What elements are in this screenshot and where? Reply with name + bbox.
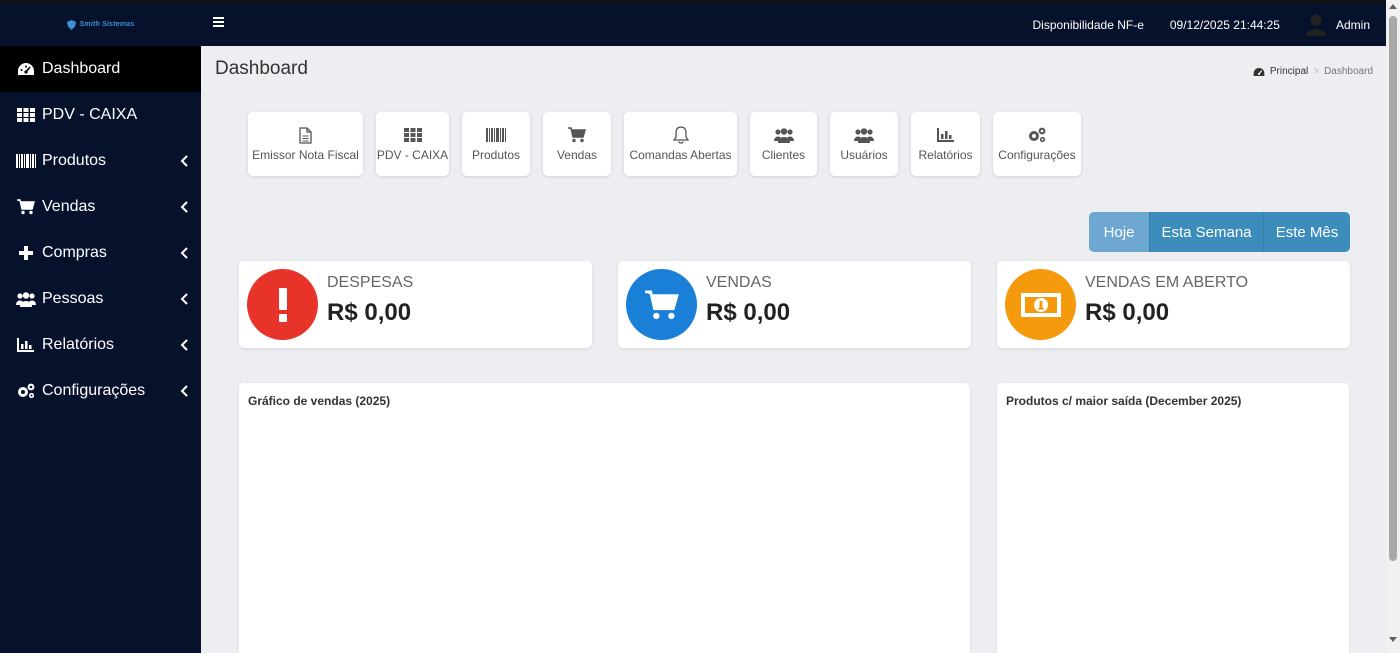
shortcut-vendas[interactable]: Vendas xyxy=(543,112,611,176)
top-products-panel: Produtos c/ maior saída (December 2025) xyxy=(997,383,1349,653)
sidebar-item-compras[interactable]: Compras xyxy=(0,230,201,276)
chevron-left-icon xyxy=(180,155,188,167)
shortcut-relatorios[interactable]: Relatórios xyxy=(911,112,980,176)
bar-chart-icon xyxy=(16,337,36,353)
logo-text: Smith Sistemas xyxy=(79,21,135,28)
chevron-left-icon xyxy=(180,293,188,305)
barcode-icon xyxy=(486,126,506,144)
sidebar-item-label: Vendas xyxy=(42,198,96,215)
panel-title: Gráfico de vendas (2025) xyxy=(248,394,391,408)
exclamation-icon xyxy=(247,269,318,340)
cogs-icon xyxy=(16,383,36,399)
scroll-up-arrow-icon[interactable] xyxy=(1389,4,1397,9)
sales-chart-panel: Gráfico de vendas (2025) xyxy=(239,383,970,653)
chevron-left-icon xyxy=(180,339,188,351)
sidebar-item-label: PDV - CAIXA xyxy=(42,106,138,123)
shortcut-label: Configurações xyxy=(998,148,1076,162)
sidebar-item-label: Relatórios xyxy=(42,336,115,353)
grid-icon xyxy=(403,126,422,144)
stat-label: VENDAS xyxy=(706,274,772,291)
shortcut-label: Usuários xyxy=(840,148,888,162)
chevron-left-icon xyxy=(180,201,188,213)
shortcut-label: Emissor Nota Fiscal xyxy=(252,148,359,162)
sidebar-item-relatorios[interactable]: Relatórios xyxy=(0,322,201,368)
period-este-mes-button[interactable]: Este Mês xyxy=(1264,212,1350,252)
cart-icon xyxy=(16,199,36,215)
stat-card-vendas-em-aberto: VENDAS EM ABERTO R$ 0,00 xyxy=(997,261,1350,348)
cart-icon xyxy=(568,126,586,144)
page-title: Dashboard xyxy=(215,58,308,79)
nfe-status-link[interactable]: Disponibilidade NF-e xyxy=(1032,18,1143,32)
sidebar: Dashboard PDV - CAIXA Produtos Vendas Co… xyxy=(0,46,201,653)
vertical-scrollbar[interactable] xyxy=(1386,0,1400,653)
stat-label: VENDAS EM ABERTO xyxy=(1085,274,1249,291)
stat-label: DESPESAS xyxy=(327,274,414,291)
cogs-icon xyxy=(1027,126,1047,144)
sidebar-item-vendas[interactable]: Vendas xyxy=(0,184,201,230)
panel-title: Produtos c/ maior saída (December 2025) xyxy=(1006,394,1242,408)
sidebar-item-pdv-caixa[interactable]: PDV - CAIXA xyxy=(0,92,201,138)
plus-icon xyxy=(16,245,36,261)
user-menu[interactable]: Admin xyxy=(1336,18,1370,32)
sidebar-item-configuracoes[interactable]: Configurações xyxy=(0,368,201,414)
breadcrumb: Principal > Dashboard xyxy=(1253,66,1373,77)
top-navbar: Smith Sistemas Disponibilidade NF-e 09/1… xyxy=(0,0,1386,46)
shortcut-label: PDV - CAIXA xyxy=(376,148,449,162)
users-icon xyxy=(854,126,874,144)
user-avatar-icon[interactable] xyxy=(1305,14,1326,36)
shortcut-label: Clientes xyxy=(761,148,806,162)
shortcut-label: Vendas xyxy=(556,148,598,162)
cart-icon xyxy=(626,269,697,340)
scroll-down-arrow-icon[interactable] xyxy=(1389,637,1397,642)
sidebar-item-label: Produtos xyxy=(42,152,107,169)
shortcut-produtos[interactable]: Produtos xyxy=(462,112,530,176)
menu-toggle-icon[interactable] xyxy=(213,17,224,29)
users-icon xyxy=(773,126,794,144)
shortcut-clientes[interactable]: Clientes xyxy=(750,112,817,176)
period-filter: Hoje Esta Semana Este Mês xyxy=(1089,212,1350,252)
chevron-left-icon xyxy=(180,247,188,259)
breadcrumb-separator: > xyxy=(1313,66,1320,77)
shortcut-configuracoes[interactable]: Configurações xyxy=(993,112,1081,176)
shortcut-pdv-caixa[interactable]: PDV - CAIXA xyxy=(376,112,449,176)
sidebar-item-pessoas[interactable]: Pessoas xyxy=(0,276,201,322)
sidebar-item-produtos[interactable]: Produtos xyxy=(0,138,201,184)
sidebar-item-label: Pessoas xyxy=(42,290,104,307)
sidebar-item-dashboard[interactable]: Dashboard xyxy=(0,46,201,92)
stat-card-despesas: DESPESAS R$ 0,00 xyxy=(239,261,592,348)
stat-value: R$ 0,00 xyxy=(706,299,791,326)
scrollbar-thumb[interactable] xyxy=(1389,16,1397,561)
stat-card-vendas: VENDAS R$ 0,00 xyxy=(618,261,971,348)
users-icon xyxy=(16,291,36,307)
shortcut-usuarios[interactable]: Usuários xyxy=(830,112,898,176)
app-logo[interactable]: Smith Sistemas xyxy=(0,3,201,46)
stat-value: R$ 0,00 xyxy=(327,299,412,326)
bell-icon xyxy=(672,126,689,144)
money-icon xyxy=(1005,269,1076,340)
stat-value: R$ 0,00 xyxy=(1085,299,1170,326)
sidebar-item-label: Dashboard xyxy=(42,60,121,77)
period-esta-semana-button[interactable]: Esta Semana xyxy=(1150,212,1264,252)
sidebar-item-label: Compras xyxy=(42,244,107,261)
chevron-left-icon xyxy=(180,385,188,397)
barcode-icon xyxy=(16,153,36,169)
sidebar-item-label: Configurações xyxy=(42,382,146,399)
file-icon xyxy=(299,126,312,144)
dashboard-icon xyxy=(16,61,36,77)
shortcut-comandas-abertas[interactable]: Comandas Abertas xyxy=(624,112,737,176)
dashboard-icon xyxy=(1253,67,1265,76)
shield-icon xyxy=(66,19,76,30)
bar-chart-icon xyxy=(936,126,955,144)
breadcrumb-current: Dashboard xyxy=(1324,66,1373,77)
shortcut-label: Relatórios xyxy=(918,148,973,162)
shortcut-label: Produtos xyxy=(471,148,521,162)
shortcut-label: Comandas Abertas xyxy=(629,148,732,162)
breadcrumb-home-link[interactable]: Principal xyxy=(1270,66,1308,77)
datetime-display: 09/12/2025 21:44:25 xyxy=(1169,17,1280,32)
grid-icon xyxy=(16,107,36,123)
period-hoje-button[interactable]: Hoje xyxy=(1089,212,1150,252)
shortcut-emissor-nota-fiscal[interactable]: Emissor Nota Fiscal xyxy=(248,112,363,176)
